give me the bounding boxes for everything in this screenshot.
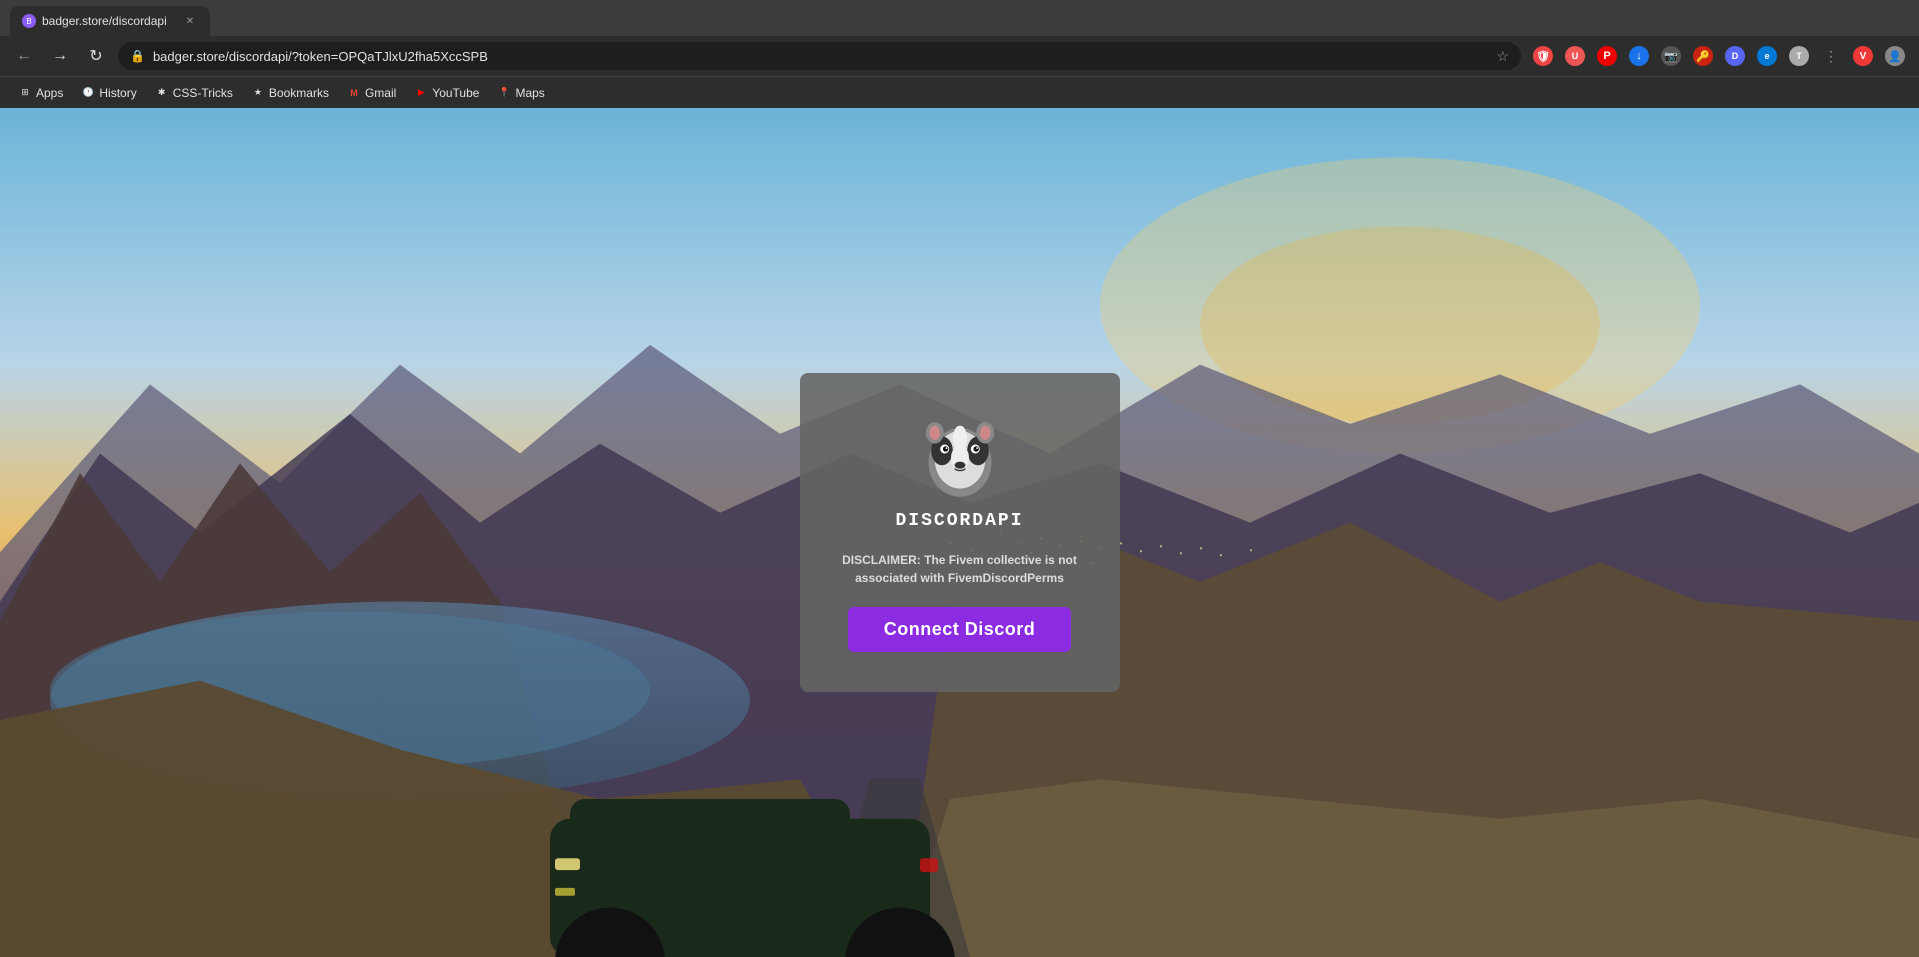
profile-avatar[interactable]: 👤 bbox=[1881, 42, 1909, 70]
lastpass-icon[interactable]: 🔑 bbox=[1689, 42, 1717, 70]
discord-icon[interactable]: D bbox=[1721, 42, 1749, 70]
vivaldi-icon[interactable]: V bbox=[1849, 42, 1877, 70]
bookmark-maps-label: Maps bbox=[515, 86, 544, 100]
download-icon[interactable]: ↓ bbox=[1625, 42, 1653, 70]
url-text: badger.store/discordapi/?token=OPQaTJlxU… bbox=[153, 49, 1488, 64]
back-button[interactable]: ← bbox=[10, 42, 38, 70]
ublock-icon[interactable]: U bbox=[1561, 42, 1589, 70]
maps-icon: 📍 bbox=[497, 86, 511, 100]
bookmarks-icon: ★ bbox=[251, 86, 265, 100]
tab-label: badger.store/discordapi bbox=[42, 14, 167, 28]
connect-discord-modal: DISCORDAPI DISCLAIMER: The Fivem collect… bbox=[800, 373, 1120, 692]
bookmark-history-label: History bbox=[99, 86, 136, 100]
forward-button[interactable]: → bbox=[46, 42, 74, 70]
modal-disclaimer-text: DISCLAIMER: The Fivem collective is not … bbox=[830, 551, 1090, 587]
bookmark-csstricks[interactable]: ✱ CSS-Tricks bbox=[147, 82, 241, 104]
browser-frame: B badger.store/discordapi ✕ ← → ↻ 🔒 badg… bbox=[0, 0, 1919, 957]
apps-icon: ⊞ bbox=[18, 86, 32, 100]
address-bar-row: ← → ↻ 🔒 badger.store/discordapi/?token=O… bbox=[0, 36, 1919, 76]
bookmark-bookmarks-label: Bookmarks bbox=[269, 86, 329, 100]
unknown-icon1[interactable]: T bbox=[1785, 42, 1813, 70]
edge-icon[interactable]: e bbox=[1753, 42, 1781, 70]
modal-logo: DISCORDAPI bbox=[895, 413, 1023, 531]
bookmark-history[interactable]: 🕐 History bbox=[73, 82, 144, 104]
bookmark-youtube-label: YouTube bbox=[432, 86, 479, 100]
csstricks-icon: ✱ bbox=[155, 86, 169, 100]
connect-discord-button[interactable]: Connect Discord bbox=[848, 607, 1072, 652]
gmail-icon: M bbox=[347, 86, 361, 100]
pinterest-icon[interactable]: P bbox=[1593, 42, 1621, 70]
modal-title-text: DISCORDAPI bbox=[895, 511, 1023, 531]
refresh-button[interactable]: ↻ bbox=[82, 42, 110, 70]
browser-tab[interactable]: B badger.store/discordapi ✕ bbox=[10, 6, 210, 36]
page-content: DISCORDAPI DISCLAIMER: The Fivem collect… bbox=[0, 108, 1919, 957]
bookmark-gmail-label: Gmail bbox=[365, 86, 396, 100]
history-icon: 🕐 bbox=[81, 86, 95, 100]
bookmark-csstricks-label: CSS-Tricks bbox=[173, 86, 233, 100]
screenshot-icon[interactable]: 📷 bbox=[1657, 42, 1685, 70]
modal-overlay: DISCORDAPI DISCLAIMER: The Fivem collect… bbox=[0, 108, 1919, 957]
bookmark-star-icon[interactable]: ☆ bbox=[1496, 48, 1509, 65]
bookmark-gmail[interactable]: M Gmail bbox=[339, 82, 404, 104]
toolbar-right: 🛡 U P ↓ 📷 🔑 D e T bbox=[1529, 42, 1909, 70]
bookmark-maps[interactable]: 📍 Maps bbox=[489, 82, 552, 104]
address-bar[interactable]: 🔒 badger.store/discordapi/?token=OPQaTJl… bbox=[118, 42, 1521, 70]
brave-shields-icon[interactable]: 🛡 bbox=[1529, 42, 1557, 70]
bookmarks-bar: ⊞ Apps 🕐 History ✱ CSS-Tricks ★ Bookmark… bbox=[0, 76, 1919, 108]
bookmark-bookmarks[interactable]: ★ Bookmarks bbox=[243, 82, 337, 104]
tab-bar: B badger.store/discordapi ✕ bbox=[0, 0, 1919, 36]
youtube-icon: ▶ bbox=[414, 86, 428, 100]
bookmark-apps[interactable]: ⊞ Apps bbox=[10, 82, 71, 104]
tab-favicon: B bbox=[22, 14, 36, 28]
lock-icon: 🔒 bbox=[130, 49, 145, 63]
extensions-menu-icon[interactable]: ⋮ bbox=[1817, 42, 1845, 70]
bookmark-youtube[interactable]: ▶ YouTube bbox=[406, 82, 487, 104]
badger-mascot-icon bbox=[915, 413, 1005, 503]
tab-close-button[interactable]: ✕ bbox=[182, 13, 198, 29]
bookmark-apps-label: Apps bbox=[36, 86, 63, 100]
